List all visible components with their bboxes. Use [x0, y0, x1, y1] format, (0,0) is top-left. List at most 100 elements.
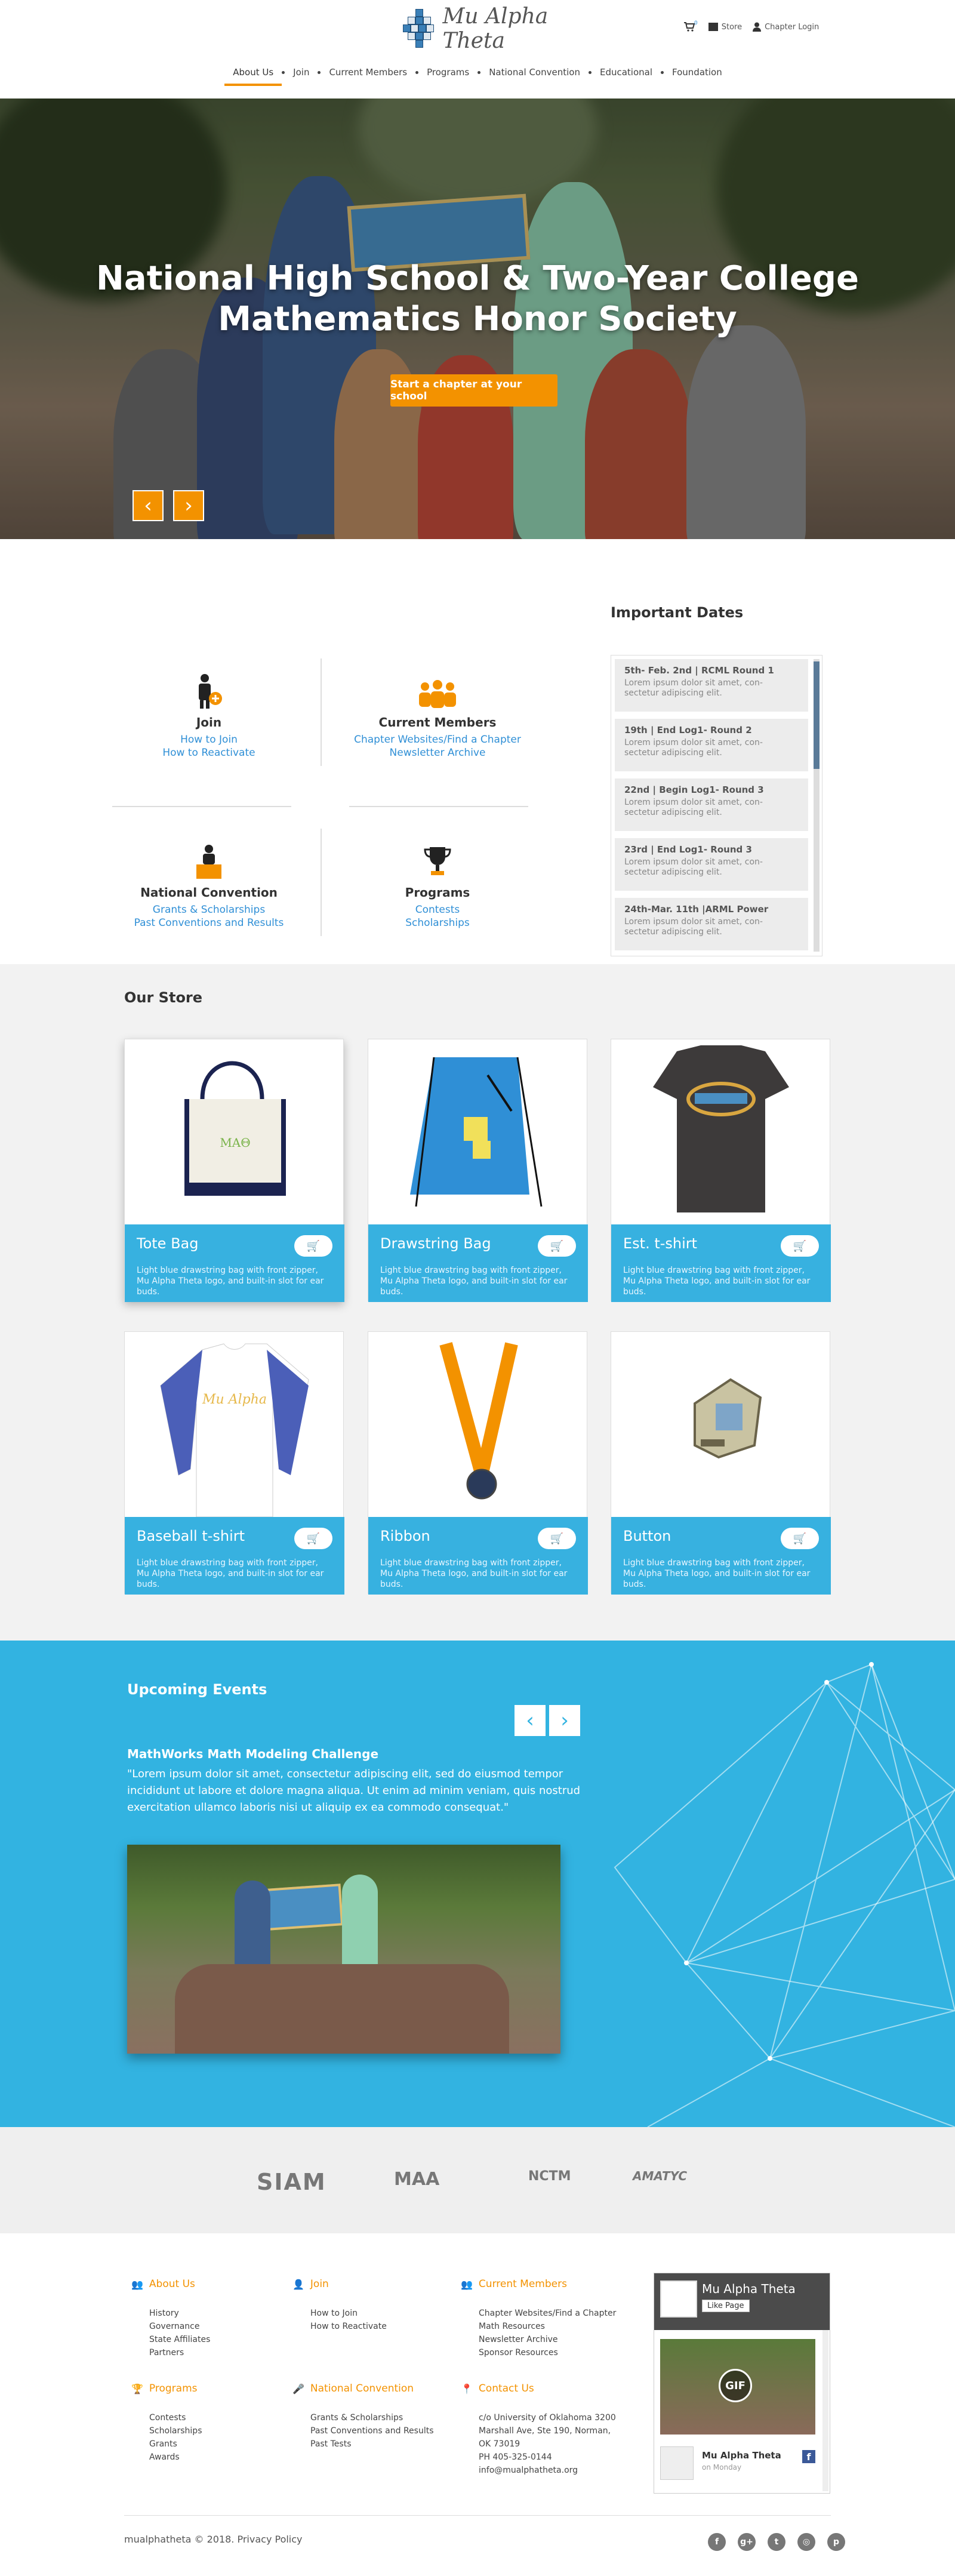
- cart-icon: 🛒: [550, 1532, 564, 1545]
- product-card[interactable]: Button 🛒 Light blue drawstring bag with …: [611, 1331, 831, 1595]
- nav-national-convention[interactable]: National Convention: [480, 67, 589, 78]
- events-next-button[interactable]: ›: [549, 1705, 580, 1736]
- amatyc-logo[interactable]: AMATYC: [633, 2169, 687, 2183]
- scholarships-link[interactable]: Scholarships: [339, 916, 536, 930]
- contact-line: OK 73019: [479, 2439, 520, 2449]
- product-card[interactable]: Est. t-shirt 🛒 Light blue drawstring bag…: [611, 1039, 831, 1302]
- product-card[interactable]: ΜΑΘ Tote Bag 🛒 Light blue drawstring bag…: [124, 1039, 344, 1302]
- convention-title: National Convention: [140, 885, 278, 900]
- members-title: Current Members: [378, 715, 497, 730]
- footer-heading[interactable]: Programs: [149, 2383, 198, 2395]
- facebook-icon[interactable]: f: [708, 2533, 726, 2551]
- footer-link[interactable]: Grants: [131, 2437, 292, 2451]
- footer-link[interactable]: Past Tests: [292, 2437, 454, 2451]
- date-item[interactable]: 5th- Feb. 2nd | RCML Round 1 Lorem ipsum …: [615, 659, 808, 712]
- footer-heading[interactable]: Contact Us: [479, 2383, 534, 2395]
- store-link[interactable]: Store: [708, 23, 742, 32]
- fb-page-name[interactable]: Mu Alpha Theta: [702, 2282, 796, 2296]
- nav-foundation[interactable]: Foundation: [664, 67, 731, 78]
- footer-link[interactable]: Math Resources: [461, 2320, 622, 2333]
- date-item[interactable]: 23rd | End Log1- Round 3 Lorem ipsum dolo…: [615, 838, 808, 891]
- hero-prev-button[interactable]: ‹: [133, 490, 164, 521]
- footer-link[interactable]: Partners: [131, 2346, 292, 2359]
- site-logo[interactable]: Mu Alpha Theta: [403, 4, 594, 53]
- svg-text:Mu Alpha: Mu Alpha: [202, 1392, 267, 1407]
- add-to-cart-button[interactable]: 🛒: [538, 1235, 576, 1257]
- start-chapter-button[interactable]: Start a chapter at your school: [390, 374, 557, 407]
- fb-scrollbar[interactable]: [822, 2330, 828, 2491]
- footer-link[interactable]: State Affiliates: [131, 2333, 292, 2346]
- add-to-cart-button[interactable]: 🛒: [781, 1235, 819, 1257]
- nav-educational[interactable]: Educational: [592, 67, 661, 78]
- add-to-cart-button[interactable]: 🛒: [294, 1235, 332, 1257]
- divider: [321, 829, 322, 936]
- fb-post-author[interactable]: Mu Alpha Theta: [702, 2450, 781, 2461]
- footer-link[interactable]: Awards: [131, 2451, 292, 2464]
- nav-join[interactable]: Join: [285, 67, 318, 78]
- date-item[interactable]: 19th | End Log1- Round 2 Lorem ipsum dolo…: [615, 719, 808, 771]
- hero-next-button[interactable]: ›: [173, 490, 204, 521]
- add-to-cart-button[interactable]: 🛒: [294, 1528, 332, 1549]
- product-desc: Light blue drawstring bag with front zip…: [623, 1266, 811, 1297]
- how-to-reactivate-link[interactable]: How to Reactivate: [110, 746, 307, 759]
- footer-heading[interactable]: National Convention: [310, 2383, 414, 2395]
- chapter-login-link[interactable]: Chapter Login: [753, 22, 819, 32]
- footer-link[interactable]: History: [131, 2307, 292, 2320]
- footer-link[interactable]: Newsletter Archive: [461, 2333, 622, 2346]
- nctm-logo[interactable]: NCTM: [528, 2169, 571, 2184]
- nav-current-members[interactable]: Current Members: [321, 67, 415, 78]
- important-dates-list[interactable]: 5th- Feb. 2nd | RCML Round 1 Lorem ipsum …: [611, 655, 822, 956]
- footer-link[interactable]: How to Join: [292, 2307, 454, 2320]
- add-to-cart-button[interactable]: 🛒: [538, 1528, 576, 1549]
- past-conventions-link[interactable]: Past Conventions and Results: [110, 916, 307, 930]
- nav-programs[interactable]: Programs: [418, 67, 478, 78]
- footer-link[interactable]: Past Conventions and Results: [292, 2424, 454, 2437]
- date-heading: 5th- Feb. 2nd | RCML Round 1: [624, 665, 774, 676]
- dates-scrollbar-thumb[interactable]: [814, 661, 820, 769]
- footer-link[interactable]: Contests: [131, 2411, 292, 2424]
- footer-heading[interactable]: Current Members: [479, 2278, 567, 2290]
- footer-heading[interactable]: Join: [310, 2278, 329, 2290]
- cart-icon: [684, 22, 695, 32]
- copyright-text: mualphatheta © 2018. Privacy Policy: [124, 2534, 303, 2545]
- quick-programs: Programs Contests Scholarships: [339, 838, 536, 930]
- add-to-cart-button[interactable]: 🛒: [781, 1528, 819, 1549]
- twitter-icon[interactable]: t: [768, 2533, 785, 2551]
- social-links: f g+ t ◎ p: [708, 2533, 845, 2551]
- footer-link[interactable]: Scholarships: [131, 2424, 292, 2437]
- cart-link[interactable]: 0: [683, 20, 698, 32]
- gif-play-button[interactable]: GIF: [719, 2369, 752, 2402]
- product-card[interactable]: Mu Alpha Baseball t-shirt 🛒 Light blue d…: [124, 1331, 344, 1595]
- cart-icon: 🛒: [793, 1239, 807, 1252]
- date-item[interactable]: 24th-Mar. 11th |ARML Power Lorem ipsum do…: [615, 898, 808, 950]
- instagram-icon[interactable]: ◎: [797, 2533, 815, 2551]
- pinterest-icon[interactable]: p: [827, 2533, 845, 2551]
- facebook-icon[interactable]: f: [802, 2450, 815, 2463]
- product-card[interactable]: Drawstring Bag 🛒 Light blue drawstring b…: [368, 1039, 588, 1302]
- divider: [112, 806, 291, 807]
- cart-icon: 🛒: [550, 1239, 564, 1252]
- footer-link[interactable]: How to Reactivate: [292, 2320, 454, 2333]
- newsletter-archive-link[interactable]: Newsletter Archive: [339, 746, 536, 759]
- product-card[interactable]: Ribbon 🛒 Light blue drawstring bag with …: [368, 1331, 588, 1595]
- fb-like-page-button[interactable]: Like Page: [702, 2300, 750, 2312]
- store-section: Our Store ΜΑΘ Tote Bag 🛒 Light blue draw…: [0, 964, 955, 1641]
- date-item[interactable]: 22nd | Begin Log1- Round 3 Lorem ipsum do…: [615, 778, 808, 831]
- grants-scholarships-link[interactable]: Grants & Scholarships: [110, 903, 307, 916]
- facebook-widget[interactable]: Mu Alpha Theta Like Page GIF Mu Alpha Th…: [654, 2273, 830, 2494]
- maa-logo[interactable]: MAA: [394, 2169, 439, 2190]
- events-prev-button[interactable]: ‹: [515, 1705, 546, 1736]
- footer-heading[interactable]: About Us: [149, 2278, 195, 2290]
- how-to-join-link[interactable]: How to Join: [110, 733, 307, 746]
- chapter-websites-link[interactable]: Chapter Websites/Find a Chapter: [339, 733, 536, 746]
- footer-link[interactable]: Sponsor Resources: [461, 2346, 622, 2359]
- google-plus-icon[interactable]: g+: [738, 2533, 756, 2551]
- siam-logo[interactable]: SIAM: [257, 2169, 326, 2195]
- events-section: Upcoming Events ‹ › MathWorks Math Model…: [0, 1641, 955, 2127]
- contests-link[interactable]: Contests: [339, 903, 536, 916]
- footer-link[interactable]: Grants & Scholarships: [292, 2411, 454, 2424]
- footer-link[interactable]: Chapter Websites/Find a Chapter: [461, 2307, 622, 2320]
- footer-link[interactable]: Governance: [131, 2320, 292, 2333]
- nav-about-us[interactable]: About Us: [224, 67, 282, 86]
- contact-email[interactable]: info@mualphatheta.org: [461, 2464, 622, 2477]
